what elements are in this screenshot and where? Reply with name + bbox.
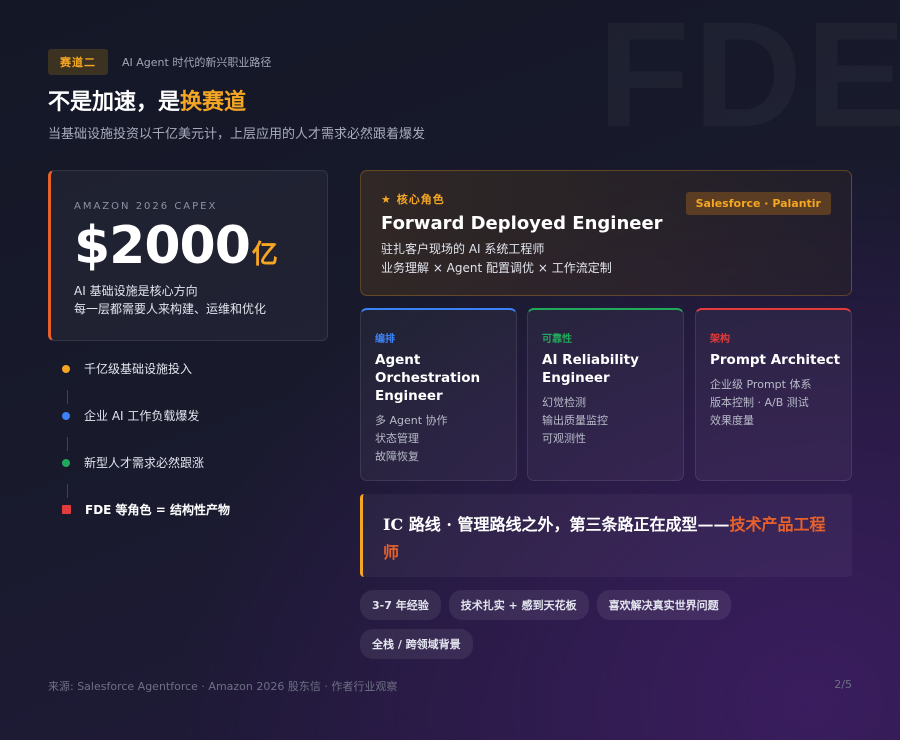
role-category: 编排 [375, 334, 395, 345]
company-badge: Salesforce · Palantir [685, 192, 831, 215]
role-points: 多 Agent 协作 状态管理 故障恢复 [375, 412, 516, 466]
chain-step-label: 企业 AI 工作负载爆发 [84, 409, 200, 423]
role-category: 可靠性 [542, 334, 572, 345]
chain-step-label: 千亿级基础设施投入 [84, 362, 193, 376]
page-title: 不是加速，是换赛道 [48, 84, 246, 116]
capex-card: AMAZON 2026 CAPEX $2000 亿 AI 基础设施是核心方向 每… [48, 170, 328, 341]
chain-step: FDE 等角色 = 结构性产物 [62, 501, 342, 548]
title-prefix: 不是加速，是 [48, 90, 181, 115]
profile-tags: 3-7 年经验 技术扎实 + 感到天花板 喜欢解决真实世界问题 全栈 / 跨领域… [360, 590, 780, 659]
fde-watermark: FDE [598, 0, 900, 161]
source-note: 来源: Salesforce Agentforce · Amazon 2026 … [48, 680, 398, 693]
connector-line [67, 390, 68, 404]
role-name: Agent Orchestration Engineer [375, 352, 481, 404]
core-role-description: 驻扎客户现场的 AI 系统工程师 业务理解 × Agent 配置调优 × 工作流… [381, 240, 851, 278]
role-point: 幻觉检测 [542, 396, 586, 409]
track-badge: 赛道二 [48, 49, 108, 75]
connector-line [67, 437, 68, 451]
role-name: AI Reliability Engineer [542, 352, 639, 386]
chain-step: 新型人才需求必然跟涨 [62, 454, 342, 501]
role-point: 可观测性 [542, 432, 586, 445]
connector-line [67, 484, 68, 498]
core-role-card: ★ 核心角色 Forward Deployed Engineer 驻扎客户现场的… [360, 170, 852, 296]
page-subtitle: 当基础设施投资以千亿美元计，上层应用的人才需求必然跟着爆发 [48, 127, 426, 142]
bullet-dot-icon [62, 412, 70, 420]
causal-chain: 千亿级基础设施投入 企业 AI 工作负载爆发 新型人才需求必然跟涨 FDE 等角… [62, 360, 342, 548]
career-path-callout: IC 路线 · 管理路线之外，第三条路正在成型——技术产品工程师 [360, 494, 852, 577]
capex-description: AI 基础设施是核心方向 每一层都需要人来构建、运维和优化 [74, 282, 327, 318]
role-point: 输出质量监控 [542, 414, 608, 427]
track-subtitle: AI Agent 时代的新兴职业路径 [122, 56, 272, 69]
bullet-dot-icon [62, 459, 70, 467]
capex-value: $2000 亿 [74, 220, 327, 272]
profile-tag: 3-7 年经验 [360, 590, 441, 620]
role-points: 幻觉检测 输出质量监控 可观测性 [542, 394, 683, 448]
callout-text: IC 路线 · 管理路线之外，第三条路正在成型—— [383, 515, 730, 534]
bullet-dot-icon [62, 365, 70, 373]
chain-step-label: FDE 等角色 = 结构性产物 [85, 503, 230, 517]
role-card-architect: 架构 Prompt Architect 企业级 Prompt 体系 版本控制 ·… [695, 308, 852, 481]
core-role-desc-line: 驻扎客户现场的 AI 系统工程师 [381, 242, 545, 256]
chain-step: 企业 AI 工作负载爆发 [62, 407, 342, 454]
profile-tag: 喜欢解决真实世界问题 [596, 590, 731, 620]
role-card-reliability: 可靠性 AI Reliability Engineer 幻觉检测 输出质量监控 可… [527, 308, 684, 481]
chain-step-label: 新型人才需求必然跟涨 [84, 456, 205, 470]
section-header: 赛道二 AI Agent 时代的新兴职业路径 [48, 49, 271, 75]
title-accent: 换赛道 [180, 90, 247, 115]
role-point: 故障恢复 [375, 450, 419, 463]
capex-number: $2000 [74, 216, 251, 276]
core-role-title: Forward Deployed Engineer [381, 213, 663, 234]
role-point: 效果度量 [710, 414, 754, 427]
role-card-orchestration: 编排 Agent Orchestration Engineer 多 Agent 协作… [360, 308, 517, 481]
role-point: 版本控制 · A/B 测试 [710, 396, 809, 409]
role-name: Prompt Architect [710, 352, 841, 368]
profile-tag: 全栈 / 跨领域背景 [360, 629, 473, 659]
capex-desc-line: 每一层都需要人来构建、运维和优化 [74, 302, 267, 316]
capex-label: AMAZON 2026 CAPEX [74, 201, 218, 212]
bullet-square-icon [62, 505, 71, 514]
capex-unit: 亿 [251, 240, 278, 270]
page-indicator: 2/5 [834, 678, 852, 691]
role-points: 企业级 Prompt 体系 版本控制 · A/B 测试 效果度量 [710, 376, 851, 430]
chain-step: 千亿级基础设施投入 [62, 360, 342, 407]
profile-tag: 技术扎实 + 感到天花板 [448, 590, 589, 620]
role-point: 企业级 Prompt 体系 [710, 378, 812, 391]
role-point: 状态管理 [375, 432, 419, 445]
role-point: 多 Agent 协作 [375, 414, 448, 427]
role-category: 架构 [710, 334, 730, 345]
core-role-desc-line: 业务理解 × Agent 配置调优 × 工作流定制 [381, 261, 612, 275]
capex-desc-line: AI 基础设施是核心方向 [74, 284, 198, 298]
